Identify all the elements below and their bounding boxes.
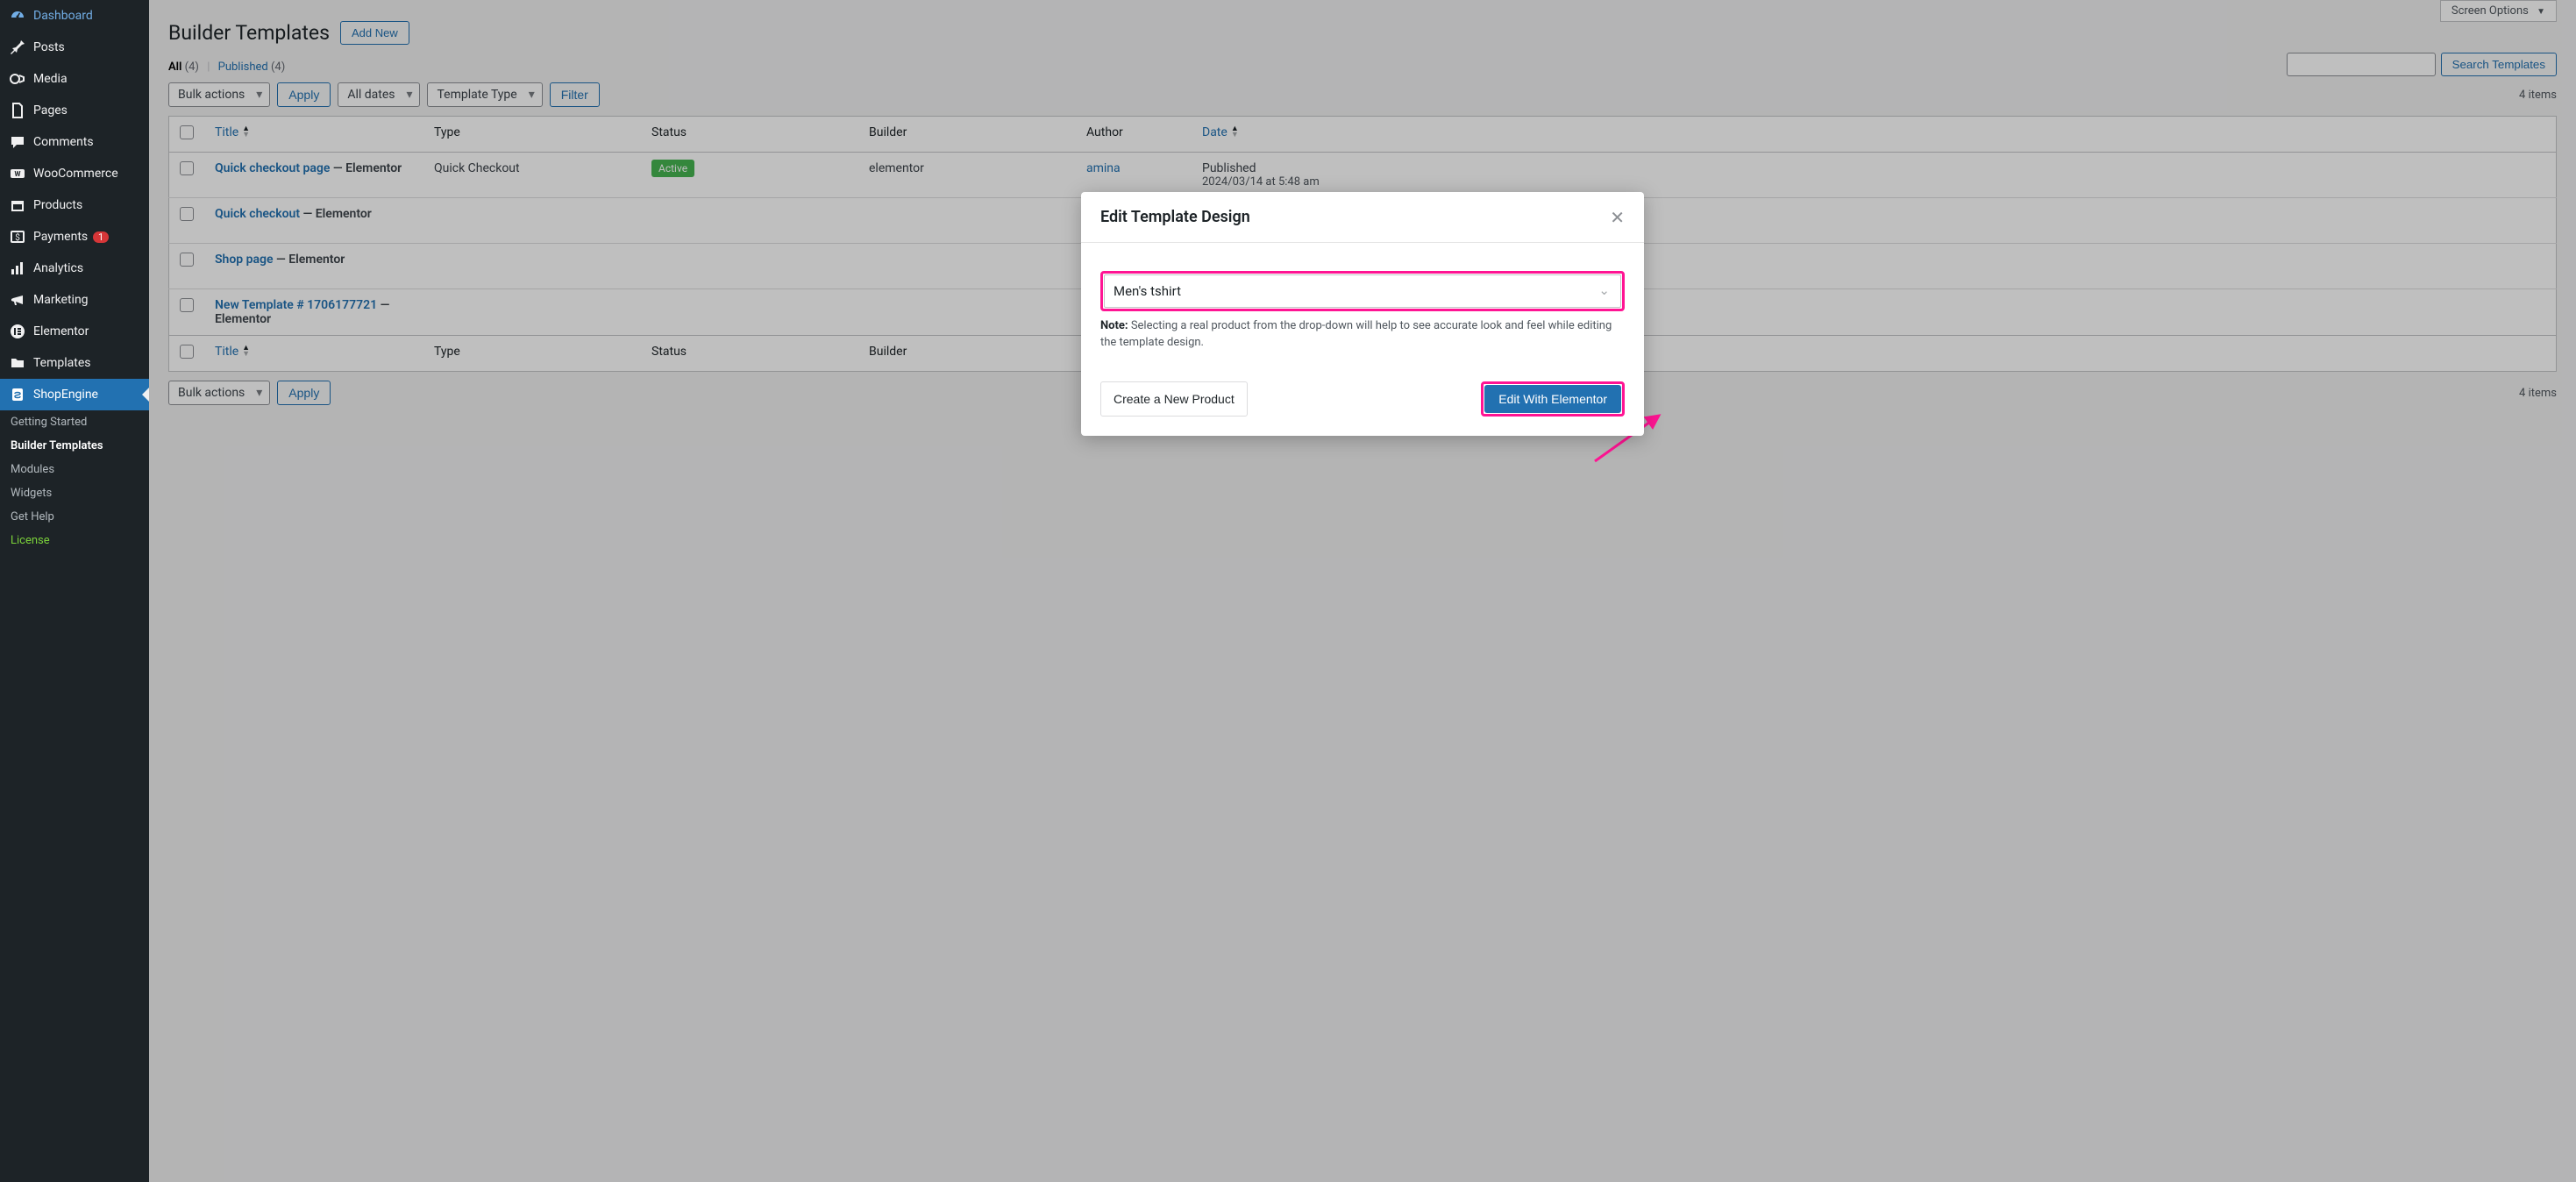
menu-label: Media [33, 72, 68, 86]
megaphone-icon [9, 291, 26, 309]
menu-posts[interactable]: Posts [0, 32, 149, 63]
menu-products[interactable]: Products [0, 189, 149, 221]
menu-dashboard[interactable]: Dashboard [0, 0, 149, 32]
menu-shopengine[interactable]: ShopEngine [0, 379, 149, 410]
submenu-widgets[interactable]: Widgets [0, 481, 149, 505]
menu-pages[interactable]: Pages [0, 95, 149, 126]
submenu-modules[interactable]: Modules [0, 458, 149, 481]
menu-templates[interactable]: Templates [0, 347, 149, 379]
menu-label: WooCommerce [33, 167, 118, 181]
menu-label: Analytics [33, 261, 83, 275]
menu-woocommerce[interactable]: W WooCommerce [0, 158, 149, 189]
edit-template-modal: Edit Template Design ✕ Men's tshirt Note… [1081, 192, 1644, 436]
menu-analytics[interactable]: Analytics [0, 253, 149, 284]
dollar-icon: $ [9, 228, 26, 246]
submenu-builder-templates[interactable]: Builder Templates [0, 434, 149, 458]
elementor-icon [9, 323, 26, 340]
archive-icon [9, 196, 26, 214]
close-icon[interactable]: ✕ [1610, 209, 1625, 226]
admin-sidebar: Dashboard Posts Media Pages Comments W W… [0, 0, 149, 1182]
modal-overlay[interactable] [149, 0, 2576, 1182]
pin-icon [9, 39, 26, 56]
woo-icon: W [9, 165, 26, 182]
gauge-icon [9, 7, 26, 25]
highlight-annotation: Edit With Elementor [1481, 381, 1625, 417]
main-content: Screen Options ▼ Builder Templates Add N… [149, 0, 2576, 1182]
menu-label: Pages [33, 103, 68, 117]
svg-text:W: W [15, 170, 21, 178]
edit-with-elementor-button[interactable]: Edit With Elementor [1484, 385, 1621, 413]
menu-media[interactable]: Media [0, 63, 149, 95]
modal-note: Note: Selecting a real product from the … [1100, 318, 1625, 352]
menu-label: Posts [33, 40, 65, 54]
menu-label: Payments [33, 230, 88, 244]
menu-comments[interactable]: Comments [0, 126, 149, 158]
product-select[interactable]: Men's tshirt [1104, 274, 1621, 308]
media-icon [9, 70, 26, 88]
menu-label: Dashboard [33, 9, 93, 23]
page-icon [9, 102, 26, 119]
menu-payments[interactable]: $ Payments 1 [0, 221, 149, 253]
menu-label: Marketing [33, 293, 89, 307]
shopengine-icon [9, 386, 26, 403]
comment-icon [9, 133, 26, 151]
notification-badge: 1 [93, 231, 109, 243]
submenu-getting-started[interactable]: Getting Started [0, 410, 149, 434]
chart-icon [9, 260, 26, 277]
highlight-annotation: Men's tshirt [1100, 271, 1625, 311]
menu-label: ShopEngine [33, 388, 98, 402]
create-product-button[interactable]: Create a New Product [1100, 381, 1248, 417]
submenu-license[interactable]: License [0, 529, 149, 552]
menu-label: Comments [33, 135, 94, 149]
svg-text:$: $ [15, 231, 20, 243]
folder-icon [9, 354, 26, 372]
submenu-get-help[interactable]: Get Help [0, 505, 149, 529]
menu-label: Elementor [33, 324, 89, 338]
modal-title: Edit Template Design [1100, 208, 1250, 226]
menu-marketing[interactable]: Marketing [0, 284, 149, 316]
menu-elementor[interactable]: Elementor [0, 316, 149, 347]
menu-label: Products [33, 198, 82, 212]
menu-label: Templates [33, 356, 91, 370]
